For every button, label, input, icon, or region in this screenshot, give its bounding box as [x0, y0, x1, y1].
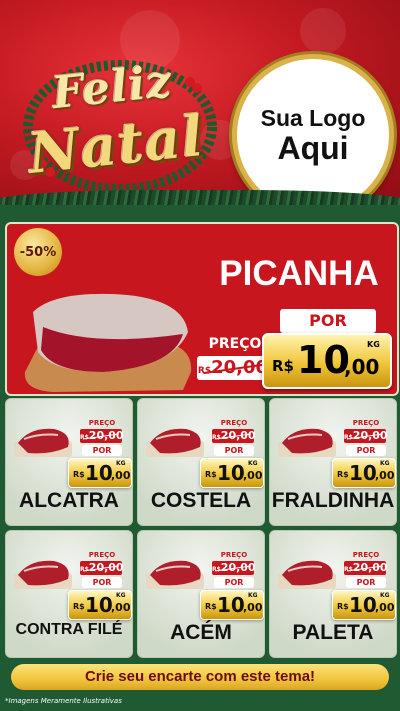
- preco-label: PREÇO: [88, 551, 116, 559]
- old-price: R$20,00: [212, 429, 256, 443]
- por-label: POR: [280, 309, 376, 333]
- currency: R$: [205, 602, 217, 611]
- create-flyer-button[interactable]: Crie seu encarte com este tema!: [11, 664, 389, 690]
- pine-garland: [0, 190, 400, 205]
- meat-image: [14, 560, 72, 589]
- product-name: ALCATRA: [19, 489, 119, 512]
- price-tag: R$ 10 ,00 KG: [68, 458, 132, 488]
- price-tag: R$ 10 ,00 KG: [200, 590, 264, 620]
- unit-label: KG: [248, 592, 258, 599]
- product-card-acém[interactable]: PREÇO R$20,00 POR R$ 10 ,00 KG ACÉM: [137, 530, 265, 658]
- por-label: POR: [82, 445, 122, 456]
- meat-image: [14, 428, 72, 457]
- picanha-image: [24, 293, 192, 392]
- unit-label: KG: [367, 340, 380, 349]
- unit-label: KG: [380, 592, 390, 599]
- unit-label: KG: [116, 460, 126, 467]
- price-integer: 10: [85, 461, 113, 485]
- price-integer: 10: [349, 593, 377, 617]
- price-integer: 10: [217, 593, 245, 617]
- price-decimal: ,00: [375, 601, 395, 614]
- logo-placeholder[interactable]: Sua Logo Aqui: [232, 54, 394, 205]
- product-card-contra-filé[interactable]: PREÇO R$20,00 POR R$ 10 ,00 KG CONTRA FI…: [5, 530, 133, 658]
- old-price: R$20,00: [344, 561, 388, 575]
- price-tag: R$ 10 ,00 KG: [200, 458, 264, 488]
- product-name: COSTELA: [150, 489, 252, 512]
- old-price: R$20,00: [80, 561, 124, 575]
- product-card-costela[interactable]: PREÇO R$20,00 POR R$ 10 ,00 KG COSTELA: [137, 398, 265, 526]
- currency: R$: [73, 602, 85, 611]
- old-price: R$20,00: [212, 561, 256, 575]
- currency: R$: [272, 357, 294, 375]
- old-price: R$20,00: [80, 429, 124, 443]
- featured-product-name: PICANHA: [219, 254, 379, 293]
- unit-label: KG: [248, 460, 258, 467]
- product-name: ACÉM: [170, 621, 232, 644]
- price-integer: 10: [85, 593, 113, 617]
- christmas-header: Feliz Natal Sua Logo Aqui: [0, 0, 400, 205]
- disclaimer-text: *Imagens Meramente Ilustrativas: [5, 697, 122, 705]
- product-card-paleta[interactable]: PREÇO R$20,00 POR R$ 10 ,00 KG PALETA: [269, 530, 397, 658]
- old-price: R$20,00: [197, 356, 269, 380]
- currency: R$: [205, 470, 217, 479]
- meat-image: [146, 428, 204, 457]
- logo-text-line2: Aqui: [277, 129, 349, 166]
- product-name: PALETA: [292, 621, 374, 644]
- preco-label: PREÇO: [88, 419, 116, 427]
- product-name: CONTRA FILÉ: [15, 621, 123, 638]
- old-price: R$20,00: [344, 429, 388, 443]
- bokeh-light: [300, 8, 346, 54]
- preco-label: PREÇO: [220, 419, 248, 427]
- price-integer: 10: [349, 461, 377, 485]
- product-name: FRALDINHA: [271, 489, 395, 512]
- por-label: POR: [214, 445, 254, 456]
- currency: R$: [337, 602, 349, 611]
- featured-price-tag: R$ 10 ,00 KG: [262, 333, 392, 389]
- price-integer: 10: [297, 338, 350, 382]
- price-decimal: ,00: [375, 469, 395, 482]
- por-label: POR: [82, 577, 122, 588]
- unit-label: KG: [380, 460, 390, 467]
- price-tag: R$ 10 ,00 KG: [332, 458, 396, 488]
- price-decimal: ,00: [111, 601, 131, 614]
- price-integer: 10: [217, 461, 245, 485]
- meat-image: [146, 560, 204, 589]
- discount-badge: -50%: [14, 228, 62, 276]
- unit-label: KG: [116, 592, 126, 599]
- product-card-fraldinha[interactable]: PREÇO R$20,00 POR R$ 10 ,00 KG FRALDINHA: [269, 398, 397, 526]
- preco-label: PREÇO: [352, 419, 380, 427]
- price-decimal: ,00: [243, 469, 263, 482]
- logo-text-line1: Sua Logo: [260, 104, 366, 131]
- price-tag: R$ 10 ,00 KG: [332, 590, 396, 620]
- preco-label: PREÇO: [352, 551, 380, 559]
- meat-image: [278, 428, 336, 457]
- price-decimal: ,00: [243, 601, 263, 614]
- product-card-alcatra[interactable]: PREÇO R$20,00 POR R$ 10 ,00 KG ALCATRA: [5, 398, 133, 526]
- price-decimal: ,00: [344, 355, 380, 379]
- currency: R$: [73, 470, 85, 479]
- por-label: POR: [346, 577, 386, 588]
- preco-label: PREÇO: [220, 551, 248, 559]
- price-tag: R$ 10 ,00 KG: [68, 590, 132, 620]
- meat-image: [278, 560, 336, 589]
- price-decimal: ,00: [111, 469, 131, 482]
- preco-label: PREÇO: [202, 336, 268, 354]
- por-label: POR: [214, 577, 254, 588]
- por-label: POR: [346, 445, 386, 456]
- currency: R$: [337, 470, 349, 479]
